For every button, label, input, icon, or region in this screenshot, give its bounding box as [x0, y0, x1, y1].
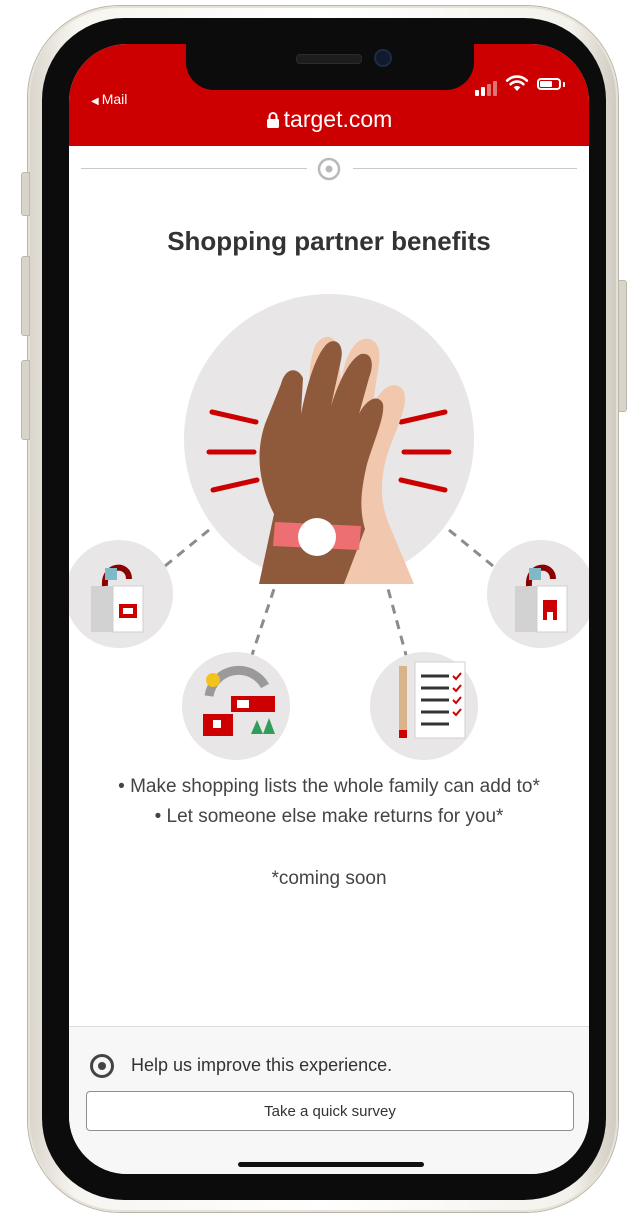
benefit-item: • Let someone else make returns for you*	[154, 806, 504, 827]
shopping-bag-store-icon	[69, 540, 173, 648]
phone-screen: ◀ Mail target.com Shopping partner benef…	[69, 44, 589, 1174]
speaker-grille	[296, 54, 362, 64]
volume-down-button	[21, 360, 30, 440]
shopping-bag-store-icon-right	[487, 540, 589, 648]
url-text: target.com	[283, 106, 393, 132]
target-bullseye-icon	[317, 157, 341, 181]
notch	[186, 44, 474, 90]
wifi-icon	[505, 75, 529, 91]
benefit-item: • Make shopping lists the whole family c…	[118, 776, 540, 797]
returns-box-icon	[182, 652, 290, 760]
battery-icon	[537, 78, 561, 90]
coming-soon-note: *coming soon	[271, 868, 387, 889]
page-title: Shopping partner benefits	[167, 226, 491, 256]
lock-icon	[266, 112, 279, 128]
home-indicator[interactable]	[238, 1162, 424, 1167]
status-icons	[475, 74, 575, 96]
browser-header: ◀ Mail target.com	[69, 44, 589, 146]
back-to-mail-link[interactable]: ◀ Mail	[91, 91, 127, 107]
volume-up-button	[21, 256, 30, 336]
back-label: Mail	[101, 91, 128, 107]
checklist-icon	[370, 652, 478, 760]
take-survey-button[interactable]: Take a quick survey	[86, 1091, 574, 1131]
power-button	[618, 280, 627, 412]
high-five-hands-icon	[184, 294, 474, 584]
help-text: Help us improve this experience.	[131, 1055, 393, 1075]
target-bullseye-icon	[90, 1054, 114, 1078]
shopping-partner-illustration	[69, 294, 589, 760]
feedback-footer: Help us improve this experience. Take a …	[69, 1026, 589, 1174]
divider-left	[81, 168, 307, 169]
address-bar[interactable]: target.com	[69, 106, 589, 133]
benefits-list: • Make shopping lists the whole family c…	[69, 772, 589, 832]
mute-switch	[21, 172, 30, 216]
divider-right	[353, 168, 577, 169]
front-camera	[374, 49, 392, 67]
